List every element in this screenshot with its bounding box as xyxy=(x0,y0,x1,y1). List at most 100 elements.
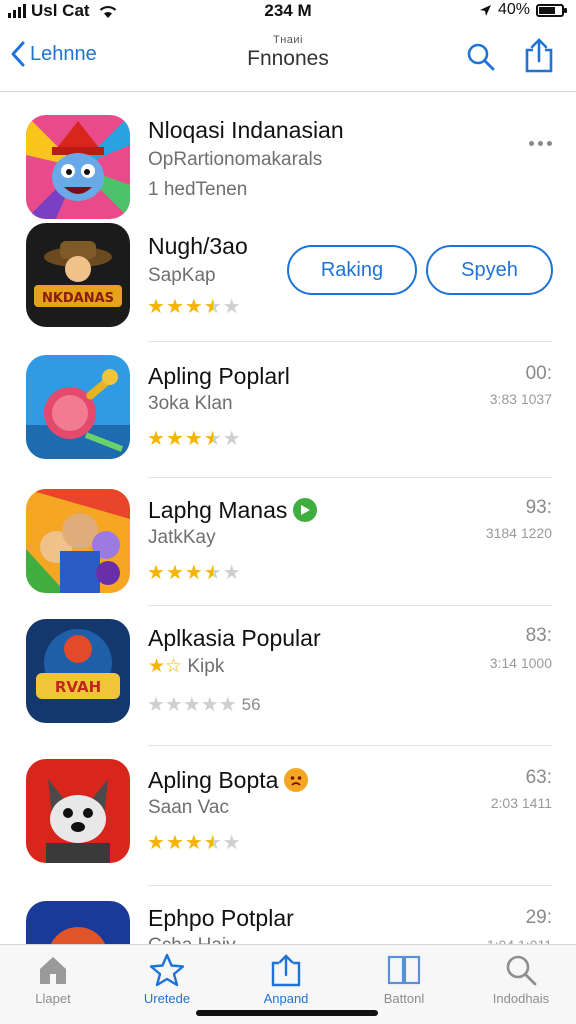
app-name: Nugh/3ao xyxy=(148,233,248,259)
app-name-text: Laphg Manas xyxy=(148,497,288,523)
search-icon xyxy=(506,955,537,986)
status-right: 40% xyxy=(479,1,567,19)
ranking-button[interactable]: Raking xyxy=(287,245,417,295)
tab-label: Anpand xyxy=(263,991,309,1006)
svg-text:RVAH: RVAH xyxy=(55,678,101,696)
list-item[interactable]: Apling Poplarl 3oka Klan ★ ★ ★ ★ ★ 00: 3:83 … xyxy=(0,355,576,475)
app-name: Laphg Manas xyxy=(148,497,318,524)
star-icon: ★ xyxy=(147,832,165,854)
divider xyxy=(148,745,552,746)
star-icon: ★ xyxy=(184,832,203,854)
divider xyxy=(148,477,552,478)
share-icon[interactable] xyxy=(524,38,554,74)
app-developer: SapKap xyxy=(148,265,216,286)
tab-label: Uretede xyxy=(143,991,191,1006)
star-icon: ★ xyxy=(203,428,222,450)
star-icon: ★ xyxy=(147,562,165,584)
app-name: Apling Poplarl xyxy=(148,363,290,389)
list-item[interactable]: Apling Bopta Saan Vac ★ ★ ★ ★ ★ 63: 2:03 141… xyxy=(0,759,576,879)
app-icon xyxy=(26,489,130,593)
tab-label: Indodhais xyxy=(492,991,550,1006)
battery-icon xyxy=(536,3,567,17)
rating-count: 56 xyxy=(241,695,261,714)
list-item[interactable]: Laphg Manas JatkKay ★ ★ ★ ★ ★ 93: 3184 1220 xyxy=(0,489,576,609)
app-name-text: Apling Bopta xyxy=(148,767,279,793)
more-icon[interactable] xyxy=(529,141,552,146)
star-icon: ★ xyxy=(222,832,241,854)
tab-home[interactable]: Llapet xyxy=(0,953,108,1006)
app-side-value: 83: xyxy=(525,625,552,646)
star-icon: ★ xyxy=(184,428,203,450)
star-icon: ★ xyxy=(148,656,166,677)
rating-stars: ★ ★ ★ ★ ★ xyxy=(147,297,241,317)
star-icon: ★ xyxy=(222,562,241,584)
play-badge-icon xyxy=(293,497,318,522)
app-developer: 3oka Klan xyxy=(148,393,233,414)
star-icon: ★ xyxy=(165,428,184,450)
rating-stars: ★★★★★ 56 xyxy=(147,694,261,716)
home-indicator[interactable] xyxy=(196,1010,378,1016)
star-icon: ★ xyxy=(165,562,184,584)
svg-text:NKDANAS: NKDANAS xyxy=(42,291,114,306)
app-icon xyxy=(26,759,130,863)
app-side-value: 63: xyxy=(525,767,552,788)
share-icon xyxy=(271,954,301,987)
rating-stars: ★ ★ ★ ★ ★ xyxy=(147,429,241,449)
app-icon xyxy=(26,355,130,459)
star-icon: ★ xyxy=(184,562,203,584)
app-icon: NKDANAS xyxy=(26,223,130,327)
app-name: Apling Bopta xyxy=(148,767,309,794)
app-developer: OpRartionomakarals xyxy=(148,149,323,170)
star-icon: ★ xyxy=(222,428,241,450)
battery-percent: 40% xyxy=(497,1,530,18)
star-icon: ★ xyxy=(147,428,165,450)
tab-library[interactable]: Battonl xyxy=(349,953,459,1006)
app-side-value: 00: xyxy=(525,363,552,384)
search-icon[interactable] xyxy=(466,42,496,72)
app-name: Ephpo Potplar xyxy=(148,905,294,931)
app-side-value: 93: xyxy=(525,497,552,518)
divider xyxy=(148,885,552,886)
app-meta: 1 hedTenen xyxy=(148,179,248,200)
rating-stars: ★ ★ ★ ★ ★ xyxy=(147,563,241,583)
app-side-meta: 3:83 1037 xyxy=(489,391,552,407)
emoji-badge-icon xyxy=(284,767,309,792)
star-icon: ★ xyxy=(165,296,184,318)
star-icon: ★ xyxy=(203,832,222,854)
list-item[interactable]: Nloqasi Indanasian OpRartionomakarals 1 … xyxy=(0,115,576,345)
list-item[interactable]: RVAH Aplkasia Popular ★☆ Kipk ★★★★★ 56 83… xyxy=(0,619,576,739)
star-icon: ★ xyxy=(165,832,184,854)
star-icon: ★ xyxy=(203,296,222,318)
tab-featured[interactable]: Uretede xyxy=(112,953,222,1006)
divider xyxy=(148,605,552,606)
open-button[interactable]: Spyeh xyxy=(426,245,553,295)
book-icon xyxy=(387,955,421,985)
star-icon: ★ xyxy=(147,296,165,318)
app-developer: JatkKay xyxy=(148,527,216,548)
app-side-meta: 3:14 1000 xyxy=(489,655,552,671)
app-developer: ★☆ Kipk xyxy=(148,655,224,678)
star-icon xyxy=(149,953,185,987)
app-icon xyxy=(26,115,130,219)
app-name: Nloqasi Indanasian xyxy=(148,117,344,143)
tab-label: Battonl xyxy=(383,991,425,1006)
star-icon: ★ xyxy=(222,296,241,318)
star-icon: ☆ xyxy=(165,656,183,677)
home-icon xyxy=(40,957,66,984)
app-icon: RVAH xyxy=(26,619,130,723)
star-icon: ★ xyxy=(203,562,222,584)
app-developer: Saan Vac xyxy=(148,797,229,818)
app-side-meta: 2:03 1411 xyxy=(490,795,552,811)
app-side-value: 29: xyxy=(525,907,552,928)
location-arrow-icon xyxy=(479,4,491,16)
tab-apps[interactable]: Anpand xyxy=(231,953,341,1006)
app-side-meta: 3184 1220 xyxy=(485,525,552,541)
navigation-bar: Lehnne Tнаиі Fnnones xyxy=(0,28,576,92)
app-developer-text: Kipk xyxy=(187,656,225,677)
tab-search[interactable]: Indodhais xyxy=(466,953,576,1006)
divider xyxy=(148,341,552,342)
status-bar: Usl Cat 234 M 40% xyxy=(0,0,576,24)
app-name: Aplkasia Popular xyxy=(148,625,321,651)
rating-stars: ★ ★ ★ ★ ★ xyxy=(147,833,241,853)
star-icon: ★ xyxy=(184,296,203,318)
